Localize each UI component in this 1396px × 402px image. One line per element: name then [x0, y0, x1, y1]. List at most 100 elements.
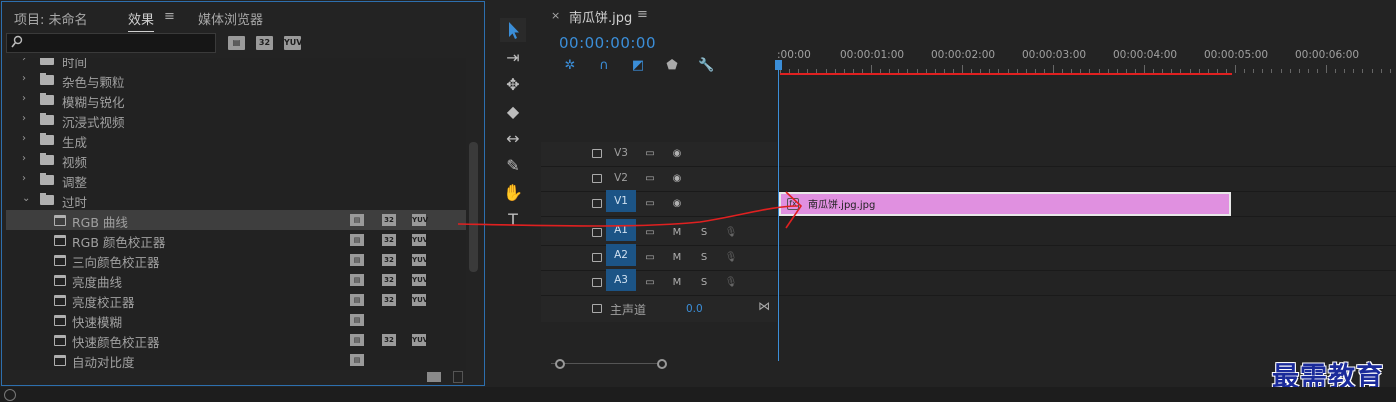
linked-selection-icon[interactable]: ◩ [630, 58, 646, 73]
mute-button[interactable]: M [670, 227, 684, 239]
chevron-right-icon[interactable]: › [22, 113, 26, 124]
sync-lock-icon[interactable]: ▭ [643, 252, 657, 264]
solo-button[interactable]: S [697, 277, 711, 289]
wrench-icon[interactable]: 🔧 [698, 58, 714, 73]
close-icon[interactable]: × [551, 9, 560, 22]
sequence-menu-icon[interactable]: ≡ [637, 7, 648, 22]
mute-button[interactable]: M [670, 252, 684, 264]
track-label[interactable]: V1 [606, 190, 636, 212]
eye-icon[interactable]: ◉ [670, 148, 684, 160]
folder-item[interactable]: › 生成 [6, 130, 466, 150]
32bit-filter-icon[interactable]: 32 [256, 36, 273, 50]
microphone-icon[interactable]: 🎙 [724, 277, 738, 289]
track-label[interactable]: A1 [606, 219, 636, 241]
creative-cloud-icon[interactable] [4, 389, 16, 401]
accelerated-effects-filter-icon[interactable]: ▤ [228, 36, 245, 50]
microphone-icon[interactable]: 🎙 [724, 227, 738, 239]
chevron-down-icon[interactable]: ⌄ [22, 193, 30, 204]
tab-project[interactable]: 项目: 未命名 [14, 9, 88, 28]
sync-lock-icon[interactable]: ▭ [643, 277, 657, 289]
chevron-right-icon[interactable]: › [22, 173, 26, 184]
effect-item[interactable]: 快速模糊 ▤ [6, 310, 466, 330]
folder-item[interactable]: › 模糊与锐化 [6, 90, 466, 110]
lock-icon[interactable] [592, 278, 602, 287]
track-label[interactable]: A2 [606, 244, 636, 266]
folder-item[interactable]: › 时间 [6, 58, 466, 70]
search-input[interactable] [6, 33, 216, 53]
effect-item[interactable]: 亮度曲线 ▤ 32 YUV [6, 270, 466, 290]
mute-button[interactable]: M [670, 277, 684, 289]
folder-item[interactable]: › 视频 [6, 150, 466, 170]
sync-lock-icon[interactable]: ▭ [643, 173, 657, 185]
track-v3[interactable]: V3 ▭ ◉ [541, 142, 1396, 167]
razor-tool-icon[interactable]: ◆ [500, 100, 526, 124]
effect-item[interactable]: 亮度校正器 ▤ 32 YUV [6, 290, 466, 310]
folder-item[interactable]: › 杂色与颗粒 [6, 70, 466, 90]
effect-item[interactable]: RGB 曲线 ▤ 32 YUV [6, 210, 466, 230]
chevron-right-icon[interactable]: › [22, 133, 26, 144]
pen-tool-icon[interactable]: ✎ [500, 154, 526, 178]
track-label[interactable]: A3 [606, 269, 636, 291]
folder-label: 调整 [62, 175, 88, 190]
track-select-tool-icon[interactable]: ⇥ [500, 46, 526, 70]
folder-item[interactable]: › 调整 [6, 170, 466, 190]
go-to-end-icon[interactable]: ⋈ [758, 299, 770, 313]
time-ruler[interactable]: :00:00 00:00:01:00 00:00:02:00 00:00:03:00 0… [777, 41, 1396, 77]
master-volume[interactable]: 0.0 [686, 303, 703, 315]
track-a3[interactable]: A3 ▭ M S 🎙 [541, 269, 1396, 296]
effect-item[interactable]: 快速颜色校正器 ▤ 32 YUV [6, 330, 466, 350]
effect-item[interactable]: 三向颜色校正器 ▤ 32 YUV [6, 250, 466, 270]
effect-label: 快速模糊 [72, 315, 123, 330]
ruler-tick-label: 00:00:02:00 [931, 49, 996, 61]
sync-lock-icon[interactable]: ▭ [643, 227, 657, 239]
zoom-knob-right[interactable] [657, 359, 667, 369]
lock-icon[interactable] [592, 304, 602, 313]
lock-icon[interactable] [592, 149, 602, 158]
eye-icon[interactable]: ◉ [670, 173, 684, 185]
nest-toggle-icon[interactable]: ✲ [562, 58, 578, 73]
zoom-knob-left[interactable] [555, 359, 565, 369]
track-label[interactable]: V3 [606, 142, 636, 164]
sequence-tab[interactable]: × 南瓜饼.jpg ≡ [541, 1, 1396, 31]
lock-icon[interactable] [592, 253, 602, 262]
effect-item[interactable]: RGB 颜色校正器 ▤ 32 YUV [6, 230, 466, 250]
tab-effects[interactable]: 效果 [128, 9, 155, 32]
chevron-right-icon[interactable]: › [22, 58, 26, 64]
folder-item[interactable]: › 沉浸式视频 [6, 110, 466, 130]
lock-icon[interactable] [592, 199, 602, 208]
timeline-clip[interactable]: fx 南瓜饼.jpg.jpg [779, 192, 1231, 216]
add-marker-icon[interactable]: ⬟ [664, 58, 680, 73]
track-v2[interactable]: V2 ▭ ◉ [541, 167, 1396, 192]
new-bin-icon[interactable] [427, 372, 441, 382]
selection-tool-icon[interactable] [500, 18, 526, 42]
slip-tool-icon[interactable]: ↔ [500, 127, 526, 151]
lock-icon[interactable] [592, 228, 602, 237]
ripple-edit-tool-icon[interactable]: ✥ [500, 73, 526, 97]
timecode-display[interactable]: 00:00:00:00 [559, 34, 656, 52]
lock-icon[interactable] [592, 174, 602, 183]
list-scrollbar[interactable] [469, 142, 478, 272]
chevron-right-icon[interactable]: › [22, 73, 26, 84]
solo-button[interactable]: S [697, 252, 711, 264]
hand-tool-icon[interactable]: ✋ [500, 181, 526, 205]
zoom-scrollbar[interactable] [551, 359, 667, 371]
tab-media-browser[interactable]: 媒体浏览器 [198, 9, 263, 28]
eye-icon[interactable]: ◉ [670, 198, 684, 210]
yuv-filter-icon[interactable]: YUV [284, 36, 302, 50]
type-tool-icon[interactable]: T [500, 208, 526, 232]
chevron-right-icon[interactable]: › [22, 93, 26, 104]
track-a2[interactable]: A2 ▭ M S 🎙 [541, 244, 1396, 271]
trash-icon[interactable] [453, 371, 463, 383]
panel-menu-icon[interactable]: ≡ [164, 9, 175, 24]
chevron-right-icon[interactable]: › [22, 153, 26, 164]
folder-item[interactable]: ⌄ 过时 [6, 190, 466, 210]
solo-button[interactable]: S [697, 227, 711, 239]
track-label[interactable]: V2 [606, 167, 636, 189]
snap-icon[interactable]: ∩ [596, 58, 612, 73]
effect-item[interactable]: 自动对比度 ▤ [6, 350, 466, 370]
ruler-tick-mark [1144, 65, 1145, 73]
track-a1[interactable]: A1 ▭ M S 🎙 [541, 219, 1396, 246]
microphone-icon[interactable]: 🎙 [724, 252, 738, 264]
sync-lock-icon[interactable]: ▭ [643, 198, 657, 210]
sync-lock-icon[interactable]: ▭ [643, 148, 657, 160]
